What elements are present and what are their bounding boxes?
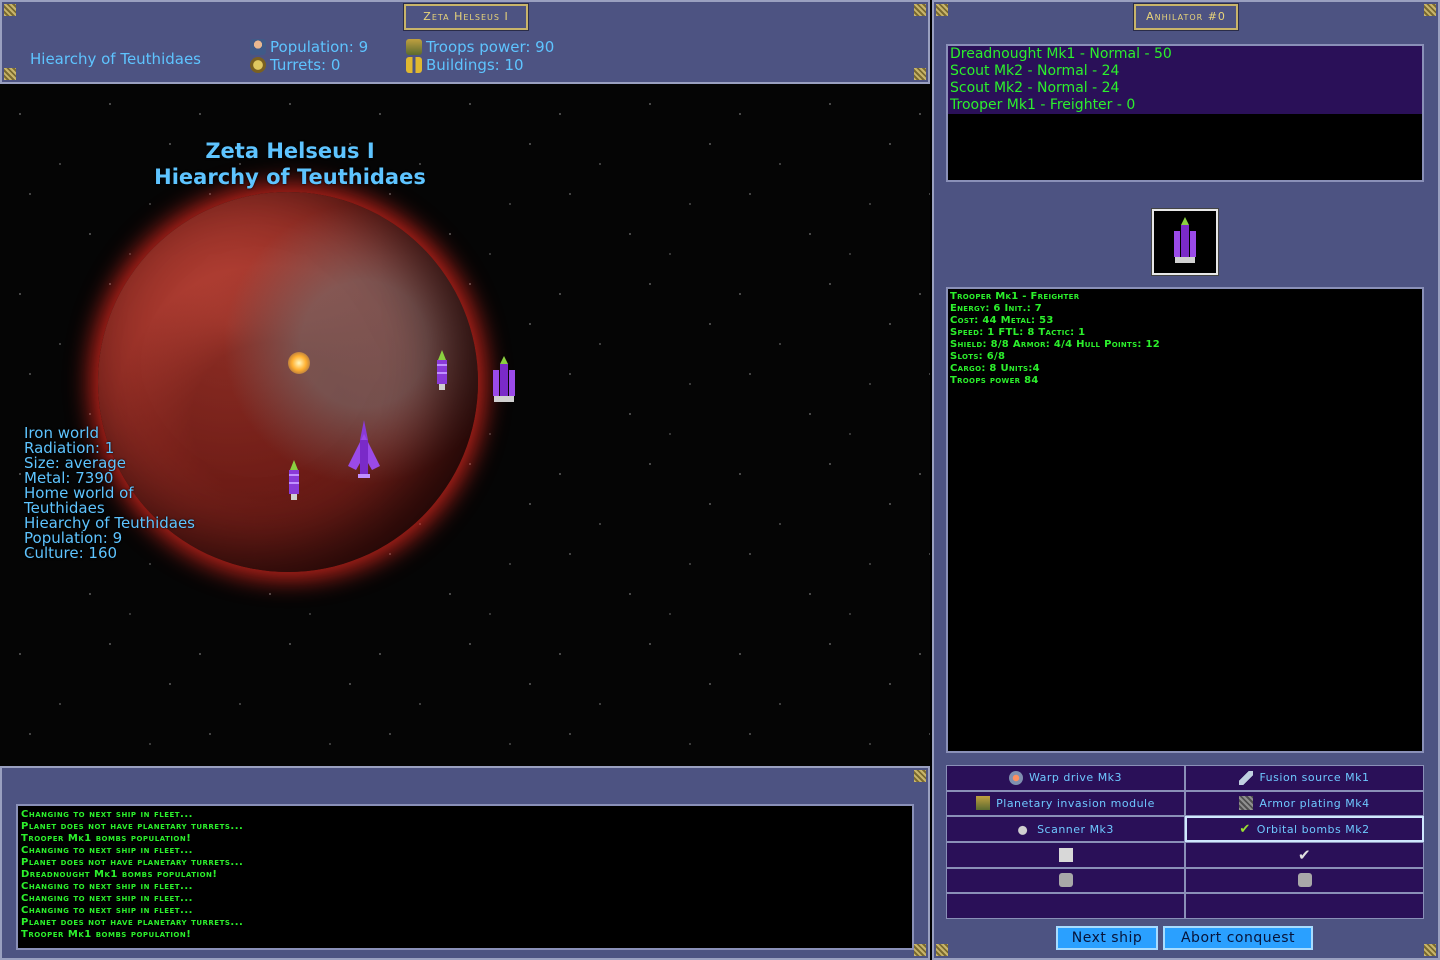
planet-header-panel: Zeta Helseus I Hiearchy of Teuthidaes Po… [0, 0, 930, 84]
module-grid: Warp drive Mk3 Fusion source Mk1 Planeta… [946, 765, 1424, 919]
module-placeholder-icon [1297, 873, 1312, 888]
frame-rivet [936, 4, 948, 16]
module-placeholder-icon [1058, 873, 1073, 888]
empty-slot[interactable] [1185, 867, 1424, 894]
troops-stat: Troops power: 90 [406, 38, 554, 56]
log-line: Changing to next ship in fleet... [21, 893, 193, 904]
troops-label: Troops power: 90 [426, 38, 555, 56]
log-line: Changing to next ship in fleet... [21, 881, 193, 892]
module-fusion-source[interactable]: Fusion source Mk1 [1185, 765, 1424, 791]
module-invasion[interactable]: Planetary invasion module [946, 790, 1185, 817]
module-label: Scanner Mk3 [1037, 822, 1114, 836]
population-icon [250, 39, 266, 55]
module-orbital-bombs[interactable]: ✔ Orbital bombs Mk2 [1185, 816, 1424, 842]
log-line: Changing to next ship in fleet... [21, 809, 193, 820]
population-label: Population: 9 [270, 38, 369, 56]
log-line: Planet does not have planetary turrets..… [21, 857, 244, 868]
invasion-module-icon [976, 796, 991, 811]
log-line: Trooper Mk1 bombs population! [21, 833, 192, 844]
fleet-ship-list[interactable]: Dreadnought Mk1 - Normal - 50 Scout Mk2 … [946, 44, 1424, 182]
frame-rivet [914, 770, 926, 782]
frame-rivet [4, 4, 16, 16]
turrets-stat: Turrets: 0 [250, 56, 340, 74]
planet-info: Iron world Radiation: 1 Size: average Me… [24, 426, 195, 561]
fleet-ship-row[interactable]: Scout Mk2 - Normal - 24 [948, 80, 1422, 97]
ship-stat-line: Trooper Mk1 - Freighter [950, 291, 1080, 302]
frame-rivet [914, 4, 926, 16]
module-label: Orbital bombs Mk2 [1256, 822, 1370, 836]
bomb-explosion [288, 352, 310, 374]
empire-name: Hiearchy of Teuthidaes [30, 50, 201, 68]
buildings-label: Buildings: 10 [426, 56, 524, 74]
log-line: Planet does not have planetary turrets..… [21, 917, 244, 928]
planet-name: Zeta Helseus I [205, 139, 375, 163]
next-ship-button[interactable]: Next ship [1056, 926, 1158, 950]
fleet-ship-row[interactable]: Scout Mk2 - Normal - 24 [948, 63, 1422, 80]
log-line: Dreadnought Mk1 bombs population! [21, 869, 218, 880]
fusion-source-icon [1239, 770, 1254, 785]
checkmark-icon: ✔ [1297, 845, 1312, 864]
trooper-ship-icon [1174, 217, 1196, 263]
frame-rivet [1424, 4, 1436, 16]
module-warp-drive[interactable]: Warp drive Mk3 [946, 765, 1185, 791]
log-line: Planet does not have planetary turrets..… [21, 821, 244, 832]
module-label: Planetary invasion module [996, 796, 1155, 810]
ship-stat-line: Speed: 1 FTL: 8 Tactic: 1 [950, 327, 1086, 338]
ship-stat-line: Slots: 6/8 [950, 351, 1006, 362]
fleet-ship-row[interactable]: Dreadnought Mk1 - Normal - 50 [948, 46, 1422, 63]
empty-slot[interactable] [946, 867, 1185, 894]
soldier-icon [406, 39, 422, 55]
frame-rivet [1424, 944, 1436, 956]
ship-preview [1152, 209, 1218, 275]
armor-plating-icon [1239, 796, 1254, 811]
log-line: Changing to next ship in fleet... [21, 905, 193, 916]
ship-stat-line: Cargo: 8 Units:4 [950, 363, 1040, 374]
fleet-title-tab: Anhilator #0 [1134, 4, 1238, 30]
planet-owner: Hiearchy of Teuthidaes [154, 165, 426, 189]
ship-stat-line: Shield: 8/8 Armor: 4/4 Hull Points: 12 [950, 339, 1161, 350]
ship-stat-line: Energy: 6 Init.: 7 [950, 303, 1043, 314]
empty-square-icon [1058, 847, 1073, 862]
combat-log[interactable]: Changing to next ship in fleet... Planet… [16, 804, 914, 950]
empty-slot[interactable] [1185, 893, 1424, 919]
trooper-ship[interactable] [490, 356, 518, 406]
dreadnought-ship[interactable] [346, 420, 382, 480]
frame-rivet [4, 68, 16, 80]
scout-ship[interactable] [284, 460, 304, 502]
warp-drive-icon [1008, 770, 1023, 785]
scout-ship[interactable] [432, 350, 452, 392]
buildings-stat: Buildings: 10 [406, 56, 524, 74]
planet-title-overlay: Zeta Helseus I Hiearchy of Teuthidaes [0, 138, 580, 190]
turret-icon [250, 57, 266, 73]
empty-slot[interactable]: ✔ [1185, 841, 1424, 868]
scanner-icon [1017, 822, 1032, 837]
population-stat: Population: 9 [250, 38, 368, 56]
empty-slot[interactable] [946, 841, 1185, 868]
frame-rivet [936, 944, 948, 956]
frame-rivet [914, 944, 926, 956]
module-label: Warp drive Mk3 [1028, 771, 1123, 785]
fleet-ship-row[interactable]: Trooper Mk1 - Freighter - 0 [948, 97, 1422, 114]
space-view[interactable]: Zeta Helseus I Hiearchy of Teuthidaes Ir… [0, 84, 930, 766]
ship-stat-line: Troops power 84 [950, 375, 1039, 386]
abort-conquest-button[interactable]: Abort conquest [1163, 926, 1313, 950]
planet-info-line: Culture: 160 [24, 544, 118, 562]
frame-rivet [914, 68, 926, 80]
module-armor-plating[interactable]: Armor plating Mk4 [1185, 790, 1424, 817]
log-line: Trooper Mk1 bombs population! [21, 929, 192, 940]
planet-title-tab: Zeta Helseus I [404, 4, 528, 30]
empty-slot[interactable] [946, 893, 1185, 919]
module-scanner[interactable]: Scanner Mk3 [946, 816, 1185, 842]
module-label: Fusion source Mk1 [1259, 771, 1370, 785]
module-label: Armor plating Mk4 [1259, 796, 1370, 810]
log-line: Changing to next ship in fleet... [21, 845, 193, 856]
ship-stats: Trooper Mk1 - Freighter Energy: 6 Init.:… [946, 287, 1424, 753]
turrets-label: Turrets: 0 [270, 56, 341, 74]
check-icon: ✔ [1239, 821, 1251, 837]
ship-stat-line: Cost: 44 Metal: 53 [950, 315, 1054, 326]
building-icon [406, 57, 422, 73]
